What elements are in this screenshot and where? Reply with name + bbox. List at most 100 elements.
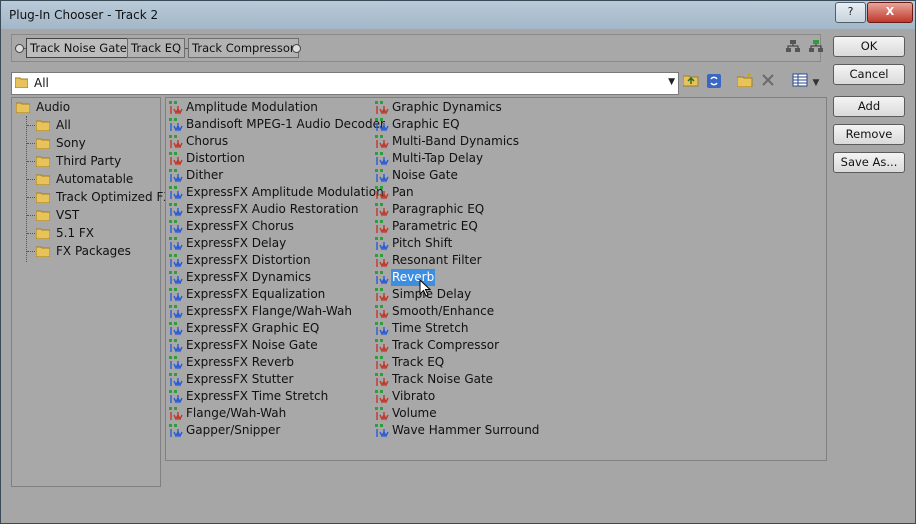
plugin-item-label: Graphic Dynamics — [392, 100, 502, 114]
plugin-item-label: Pan — [392, 185, 414, 199]
fx-blue-icon — [169, 169, 183, 183]
tree-item-label: FX Packages — [56, 244, 131, 258]
fx-mixed-icon — [375, 254, 389, 268]
fx-blue-icon — [375, 237, 389, 251]
tree-guide-line — [27, 215, 35, 217]
folder-icon — [36, 156, 50, 167]
plugin-item-label: Noise Gate — [392, 168, 458, 182]
close-button[interactable]: X — [867, 2, 913, 23]
chain-item-track-compressor[interactable]: Track Compressor — [188, 38, 299, 58]
plugin-item-label: Track EQ — [392, 355, 445, 369]
fx-blue-icon — [169, 118, 183, 132]
plugin-item-label: Paragraphic EQ — [392, 202, 485, 216]
fx-blue-icon — [169, 203, 183, 217]
fx-mixed-icon — [375, 390, 389, 404]
tree-guide-line — [27, 251, 35, 253]
plugin-item-label: ExpressFX Noise Gate — [186, 338, 318, 352]
help-button[interactable]: ? — [835, 2, 866, 23]
plugin-item-label: Chorus — [186, 134, 229, 148]
plugin-item-label: ExpressFX Equalization — [186, 287, 326, 301]
plugin-item-label: ExpressFX Dynamics — [186, 270, 311, 284]
delete-icon[interactable] — [758, 73, 778, 93]
plugin-item-label: Track Noise Gate — [392, 372, 494, 386]
location-dropdown[interactable]: All ▼ — [11, 72, 679, 95]
folder-open-icon — [16, 102, 30, 113]
fx-mixed-icon — [375, 186, 389, 200]
plugin-item-label: Resonant Filter — [392, 253, 482, 267]
chain-bypass-icon[interactable] — [807, 39, 825, 55]
cancel-button[interactable]: Cancel — [833, 64, 905, 85]
plugin-item-label: Bandisoft MPEG-1 Audio Decoder — [186, 117, 385, 131]
fx-mixed-icon — [375, 288, 389, 302]
chevron-down-icon[interactable]: ▼ — [668, 77, 675, 87]
tree-guide-line — [26, 116, 28, 262]
plugin-item-label: ExpressFX Amplitude Modulation — [186, 185, 384, 199]
plugin-item-label: Time Stretch — [392, 321, 469, 335]
add-button[interactable]: Add — [833, 96, 905, 117]
mouse-cursor-icon — [419, 279, 431, 297]
tree-guide-line — [27, 179, 35, 181]
folder-icon — [36, 138, 50, 149]
plugin-item-label: Multi-Tap Delay — [392, 151, 484, 165]
tree-item-label: Third Party — [56, 154, 122, 168]
fx-mixed-icon — [375, 356, 389, 370]
fx-blue-icon — [169, 373, 183, 387]
plugin-item-label: Smooth/Enhance — [392, 304, 495, 318]
tree-item-label: VST — [56, 208, 80, 222]
fx-blue-icon — [169, 271, 183, 285]
folder-icon — [36, 120, 50, 131]
fx-mixed-icon — [375, 373, 389, 387]
fx-mixed-icon — [375, 407, 389, 421]
save-as-button[interactable]: Save As... — [833, 152, 905, 173]
up-folder-icon[interactable] — [681, 73, 701, 93]
fx-blue-icon — [375, 169, 389, 183]
title-bar[interactable]: Plug-In Chooser - Track 2 ? X — [1, 1, 915, 29]
plugin-item-label: Volume — [392, 406, 437, 420]
fx-blue-icon — [169, 237, 183, 251]
remove-button[interactable]: Remove — [833, 124, 905, 145]
location-value: All — [34, 76, 49, 90]
chain-item-track-noise-gate[interactable]: Track Noise Gate — [26, 38, 131, 58]
plugin-item-label: Pitch Shift — [392, 236, 453, 250]
chain-reorder-icon[interactable] — [784, 39, 802, 55]
tree-item-label: Track Optimized FX — [56, 190, 172, 204]
tree-item-label: All — [56, 118, 71, 132]
window-title: Plug-In Chooser - Track 2 — [9, 8, 159, 22]
fx-mixed-icon — [169, 135, 183, 149]
ok-button[interactable]: OK — [833, 36, 905, 57]
fx-blue-icon — [169, 322, 183, 336]
plugin-item-label: ExpressFX Delay — [186, 236, 287, 250]
plugin-item-label: ExpressFX Flange/Wah-Wah — [186, 304, 352, 318]
fx-mixed-icon — [375, 305, 389, 319]
fx-blue-icon — [169, 305, 183, 319]
fx-blue-icon — [169, 288, 183, 302]
fx-blue-icon — [375, 152, 389, 166]
dialog-client: Track Noise Gate Track EQ Track Compress… — [7, 29, 909, 517]
chain-start-node — [15, 44, 24, 53]
plugin-list: Amplitude Modulation Bandisoft MPEG-1 Aud… — [165, 97, 827, 461]
view-mode-chevron-down-icon[interactable]: ▼ — [810, 73, 822, 93]
tree-item-label: Audio — [36, 100, 71, 114]
fx-blue-icon — [375, 118, 389, 132]
tree-item-label: Automatable — [56, 172, 134, 186]
plugin-chain-bar: Track Noise Gate Track EQ Track Compress… — [11, 34, 823, 62]
plugin-item-label: Amplitude Modulation — [186, 100, 318, 114]
tree-guide-line — [27, 233, 35, 235]
plugin-item-label: ExpressFX Audio Restoration — [186, 202, 359, 216]
plugin-item-label: Parametric EQ — [392, 219, 478, 233]
chain-item-track-eq[interactable]: Track EQ — [127, 38, 186, 58]
fx-mixed-icon — [169, 152, 183, 166]
folder-icon — [36, 246, 50, 257]
plugin-item-label: ExpressFX Graphic EQ — [186, 321, 320, 335]
plugin-item-label: Distortion — [186, 151, 245, 165]
plugin-item-label: ExpressFX Stutter — [186, 372, 294, 386]
plugin-item-label: Flange/Wah-Wah — [186, 406, 287, 420]
folder-icon — [36, 210, 50, 221]
new-folder-icon[interactable] — [735, 73, 755, 93]
view-mode-icon[interactable] — [790, 73, 810, 93]
plugin-item-label: ExpressFX Reverb — [186, 355, 295, 369]
fx-blue-icon — [169, 220, 183, 234]
plugin-item-label: Track Compressor — [392, 338, 500, 352]
refresh-icon[interactable] — [704, 73, 724, 93]
tree-guide-line — [27, 125, 35, 127]
